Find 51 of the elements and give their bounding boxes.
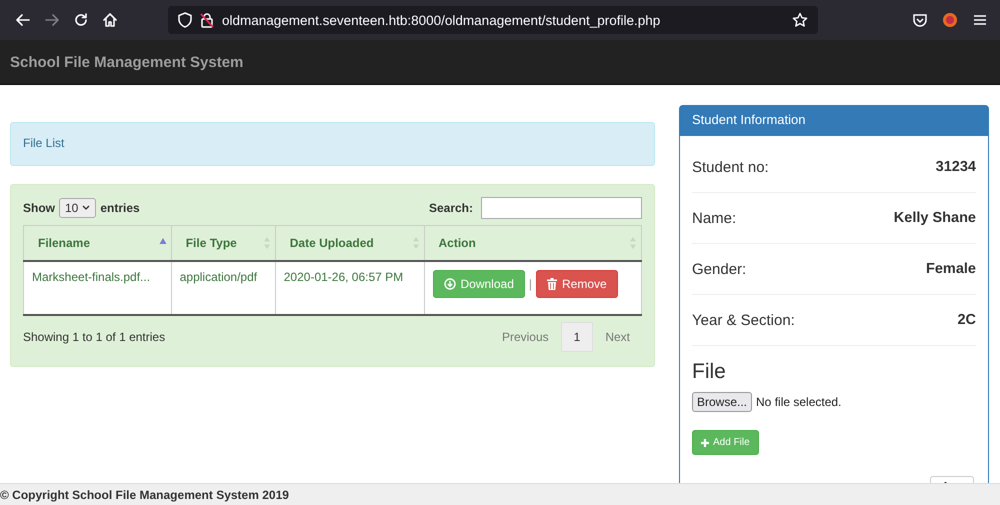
download-button[interactable]: Download [432, 270, 525, 298]
crossed-lock-icon [200, 12, 214, 28]
previous-link[interactable]: Previous [490, 323, 561, 351]
table-cell: 2020-01-26, 06:57 PM [275, 261, 424, 315]
forward-icon[interactable] [44, 12, 60, 28]
column-header[interactable]: Action [424, 226, 642, 261]
field-value: 2C [957, 312, 976, 328]
field-label: Gender: [692, 260, 746, 278]
entries-info: Showing 1 to 1 of 1 entries [23, 330, 166, 344]
trash-icon [547, 278, 557, 290]
file-list-alert: File List [10, 122, 655, 166]
page-button[interactable]: 1 [560, 322, 594, 352]
column-header[interactable]: File Type [171, 226, 276, 261]
download-icon [444, 278, 456, 290]
chevron-down-icon [82, 205, 90, 211]
shield-icon [178, 12, 192, 28]
star-icon[interactable] [792, 12, 808, 28]
next-link[interactable]: Next [593, 323, 642, 351]
file-status: No file selected. [756, 395, 842, 409]
plus-icon [701, 438, 709, 446]
entries-label: entries [100, 201, 140, 215]
field-value: Female [926, 261, 976, 277]
separator-text: | [528, 277, 532, 291]
file-heading: File [692, 360, 727, 384]
pocket-icon[interactable] [912, 12, 928, 28]
brand-title[interactable]: School File Management System [10, 54, 244, 70]
table-cell: Marksheet-finals.pdf... [24, 261, 172, 315]
page-size-select[interactable]: 10 [59, 198, 96, 218]
home-icon[interactable] [102, 12, 118, 28]
add-file-button[interactable]: Add File [692, 430, 759, 455]
search-field[interactable] [481, 197, 642, 219]
remove-button[interactable]: Remove [536, 270, 618, 298]
field-label: Student no: [692, 158, 769, 176]
url-text: oldmanagement.seventeen.htb:8000/oldmanagement/student_profile.php [222, 12, 662, 28]
browse-button[interactable]: Browse... [692, 392, 752, 412]
field-label: Name: [692, 210, 736, 226]
show-label: Show [23, 201, 55, 215]
field-label: Year & Section: [692, 312, 795, 328]
panel-title: Student Information [680, 106, 988, 136]
extension-icon[interactable] [942, 12, 958, 28]
address-bar[interactable]: oldmanagement.seventeen.htb:8000/oldmanagement/student_profile.php [168, 6, 818, 34]
field-value: Kelly Shane [894, 210, 976, 226]
search-label: Search: [428, 201, 473, 215]
reload-icon[interactable] [72, 12, 88, 28]
field-value: 31234 [936, 159, 976, 175]
copyright-text: © Copyright School File Management System 2019 [0, 488, 289, 502]
menu-icon[interactable] [972, 12, 988, 28]
column-header[interactable]: Filename [24, 226, 172, 261]
column-header[interactable]: Date Uploaded [275, 226, 424, 261]
table-cell: application/pdf [171, 261, 276, 315]
back-icon[interactable] [14, 12, 30, 28]
